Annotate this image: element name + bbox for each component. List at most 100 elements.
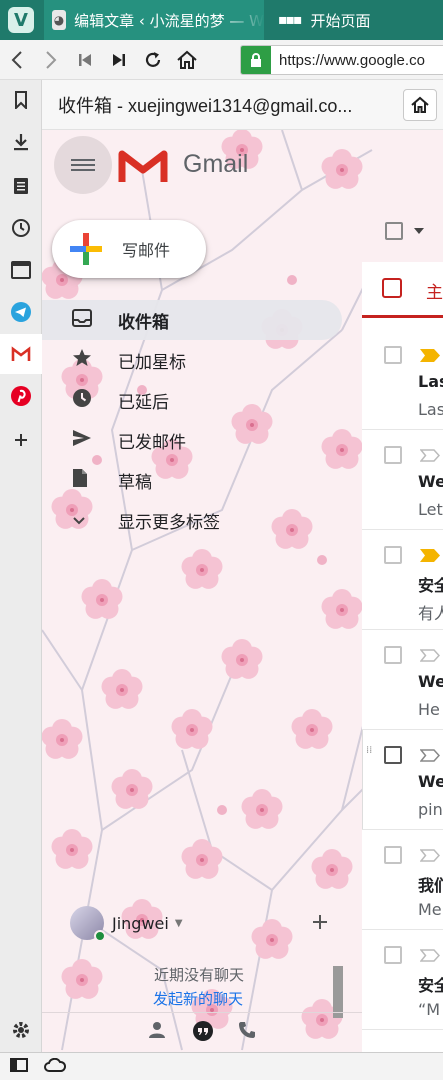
gmail-logo-text: Gmail: [183, 150, 249, 178]
draft-icon: [72, 468, 118, 493]
nav-item-label: 显示更多标签: [118, 512, 220, 533]
mail-row[interactable]: 安全 “M: [362, 930, 443, 1030]
start-new-chat-link[interactable]: 发起新的聊天: [153, 988, 243, 1009]
vivaldi-menu-icon[interactable]: V: [8, 7, 34, 33]
reload-icon[interactable]: [136, 40, 170, 80]
bookmark-icon[interactable]: [0, 80, 42, 120]
compose-button[interactable]: 写邮件: [52, 220, 206, 278]
nav-item-sent[interactable]: 已发邮件: [42, 420, 342, 460]
add-panel-icon[interactable]: [0, 420, 42, 460]
important-marker-icon[interactable]: [420, 349, 440, 362]
history-icon[interactable]: [0, 208, 42, 248]
chat-user-menu[interactable]: Jingwei ▼: [70, 906, 183, 942]
browser-side-panel: [0, 80, 42, 1052]
nav-item-drafts[interactable]: 草稿: [42, 460, 342, 500]
web-panel-header: 收件箱 - xuejingwei1314@gmail.co...: [42, 80, 443, 130]
row-checkbox[interactable]: [384, 846, 402, 864]
select-dropdown-icon[interactable]: [414, 228, 424, 234]
url-text: https://www.google.co: [279, 51, 425, 69]
tab-primary-label: 主: [426, 283, 443, 303]
mail-list: 主 Las Las We Let 安全 有人 We He ⁞⁞: [362, 200, 443, 1052]
gmail-logo-icon: [118, 150, 168, 182]
tab-start-page[interactable]: ▪▪▪ 开始页面: [264, 0, 370, 40]
browser-tab-bar: V ◕ 编辑文章 ‹ 小流星的梦 — W ▪▪▪ 开始页面: [0, 0, 443, 40]
important-marker-icon[interactable]: [420, 749, 440, 762]
mail-row[interactable]: We He: [362, 630, 443, 730]
mail-sender: 安全: [418, 576, 443, 595]
notes-icon[interactable]: [0, 166, 42, 206]
nav-item-label: 已加星标: [118, 352, 186, 373]
chat-scrollbar[interactable]: [333, 966, 343, 1018]
mail-snippet: pin: [418, 800, 443, 819]
row-checkbox[interactable]: [384, 946, 402, 964]
mail-sender: We: [418, 772, 443, 791]
panel-toggle-icon[interactable]: [10, 1057, 28, 1076]
drag-handle-icon[interactable]: ⁞⁞: [366, 746, 376, 764]
forward-icon[interactable]: [34, 40, 68, 80]
mail-row[interactable]: ⁞⁞ We pin: [362, 730, 443, 830]
home-icon[interactable]: [170, 40, 204, 80]
chat-user-name: Jingwei: [112, 913, 169, 933]
speed-dial-icon: ▪▪▪: [278, 12, 303, 28]
gmail-nav: 收件箱 已加星标 已延后 已发邮件 草稿 显示更多标签: [42, 300, 342, 540]
row-checkbox[interactable]: [384, 646, 402, 664]
mail-row[interactable]: 安全 有人: [362, 530, 443, 630]
tab-edit-article[interactable]: ◕ 编辑文章 ‹ 小流星的梦 — W: [44, 0, 264, 40]
tab-primary[interactable]: 主: [362, 262, 443, 318]
cloud-sync-icon[interactable]: [44, 1057, 67, 1076]
nav-item-label: 收件箱: [118, 312, 169, 333]
compose-label: 写邮件: [122, 241, 171, 260]
chevron-down-icon: [72, 510, 118, 531]
phone-call-icon[interactable]: [238, 1021, 256, 1044]
nav-item-label: 草稿: [118, 472, 152, 493]
nav-item-more-labels[interactable]: 显示更多标签: [42, 500, 342, 540]
mail-snippet: Me: [418, 900, 442, 919]
rewind-icon[interactable]: [68, 40, 102, 80]
telegram-icon[interactable]: [0, 292, 42, 332]
mail-sender: 安全: [418, 976, 443, 995]
mail-toolbar: [362, 200, 443, 262]
important-marker-icon[interactable]: [420, 449, 440, 462]
pinterest-icon[interactable]: [0, 376, 42, 416]
hangouts-quote-icon[interactable]: [192, 1021, 214, 1048]
mail-row[interactable]: 我们 Me: [362, 830, 443, 930]
mail-row[interactable]: Las Las: [362, 330, 443, 430]
nav-item-inbox[interactable]: 收件箱: [42, 300, 342, 340]
avatar[interactable]: [70, 906, 106, 942]
compose-plus-icon: [70, 233, 102, 265]
row-checkbox[interactable]: [384, 546, 402, 564]
window-icon[interactable]: [0, 250, 42, 290]
fast-forward-icon[interactable]: [102, 40, 136, 80]
row-checkbox[interactable]: [384, 346, 402, 364]
gmail-panel-icon[interactable]: [0, 334, 42, 374]
settings-gear-icon[interactable]: [0, 1010, 42, 1050]
important-marker-icon[interactable]: [420, 849, 440, 862]
panel-home-button[interactable]: [403, 89, 437, 121]
mail-sender: We: [418, 472, 443, 491]
tab-title: 开始页面: [310, 11, 371, 30]
important-marker-icon[interactable]: [420, 949, 440, 962]
download-icon[interactable]: [0, 122, 42, 162]
hangouts-chat: Jingwei ▼ 近期没有聊天 发起新的聊天: [42, 870, 362, 1052]
back-icon[interactable]: [0, 40, 34, 80]
mail-row[interactable]: We Let: [362, 430, 443, 530]
browser-status-bar: [0, 1052, 443, 1080]
important-marker-icon[interactable]: [420, 549, 440, 562]
important-marker-icon[interactable]: [420, 649, 440, 662]
row-checkbox[interactable]: [384, 446, 402, 464]
inbox-icon: [72, 308, 118, 332]
mail-snippet: 有人: [418, 604, 443, 623]
nav-item-label: 已延后: [118, 392, 169, 413]
new-chat-plus-icon[interactable]: [312, 908, 328, 936]
chat-tab-bar: [42, 1012, 362, 1052]
online-status-icon: [94, 930, 106, 942]
row-checkbox[interactable]: [384, 746, 402, 764]
contacts-person-icon[interactable]: [148, 1021, 166, 1044]
url-field[interactable]: https://www.google.co: [240, 45, 443, 75]
nav-item-snoozed[interactable]: 已延后: [42, 380, 342, 420]
select-all-checkbox[interactable]: [385, 222, 403, 240]
main-menu-icon[interactable]: [54, 136, 112, 194]
caret-down-icon[interactable]: ▼: [175, 918, 183, 929]
lock-icon[interactable]: [241, 46, 271, 74]
nav-item-starred[interactable]: 已加星标: [42, 340, 342, 380]
